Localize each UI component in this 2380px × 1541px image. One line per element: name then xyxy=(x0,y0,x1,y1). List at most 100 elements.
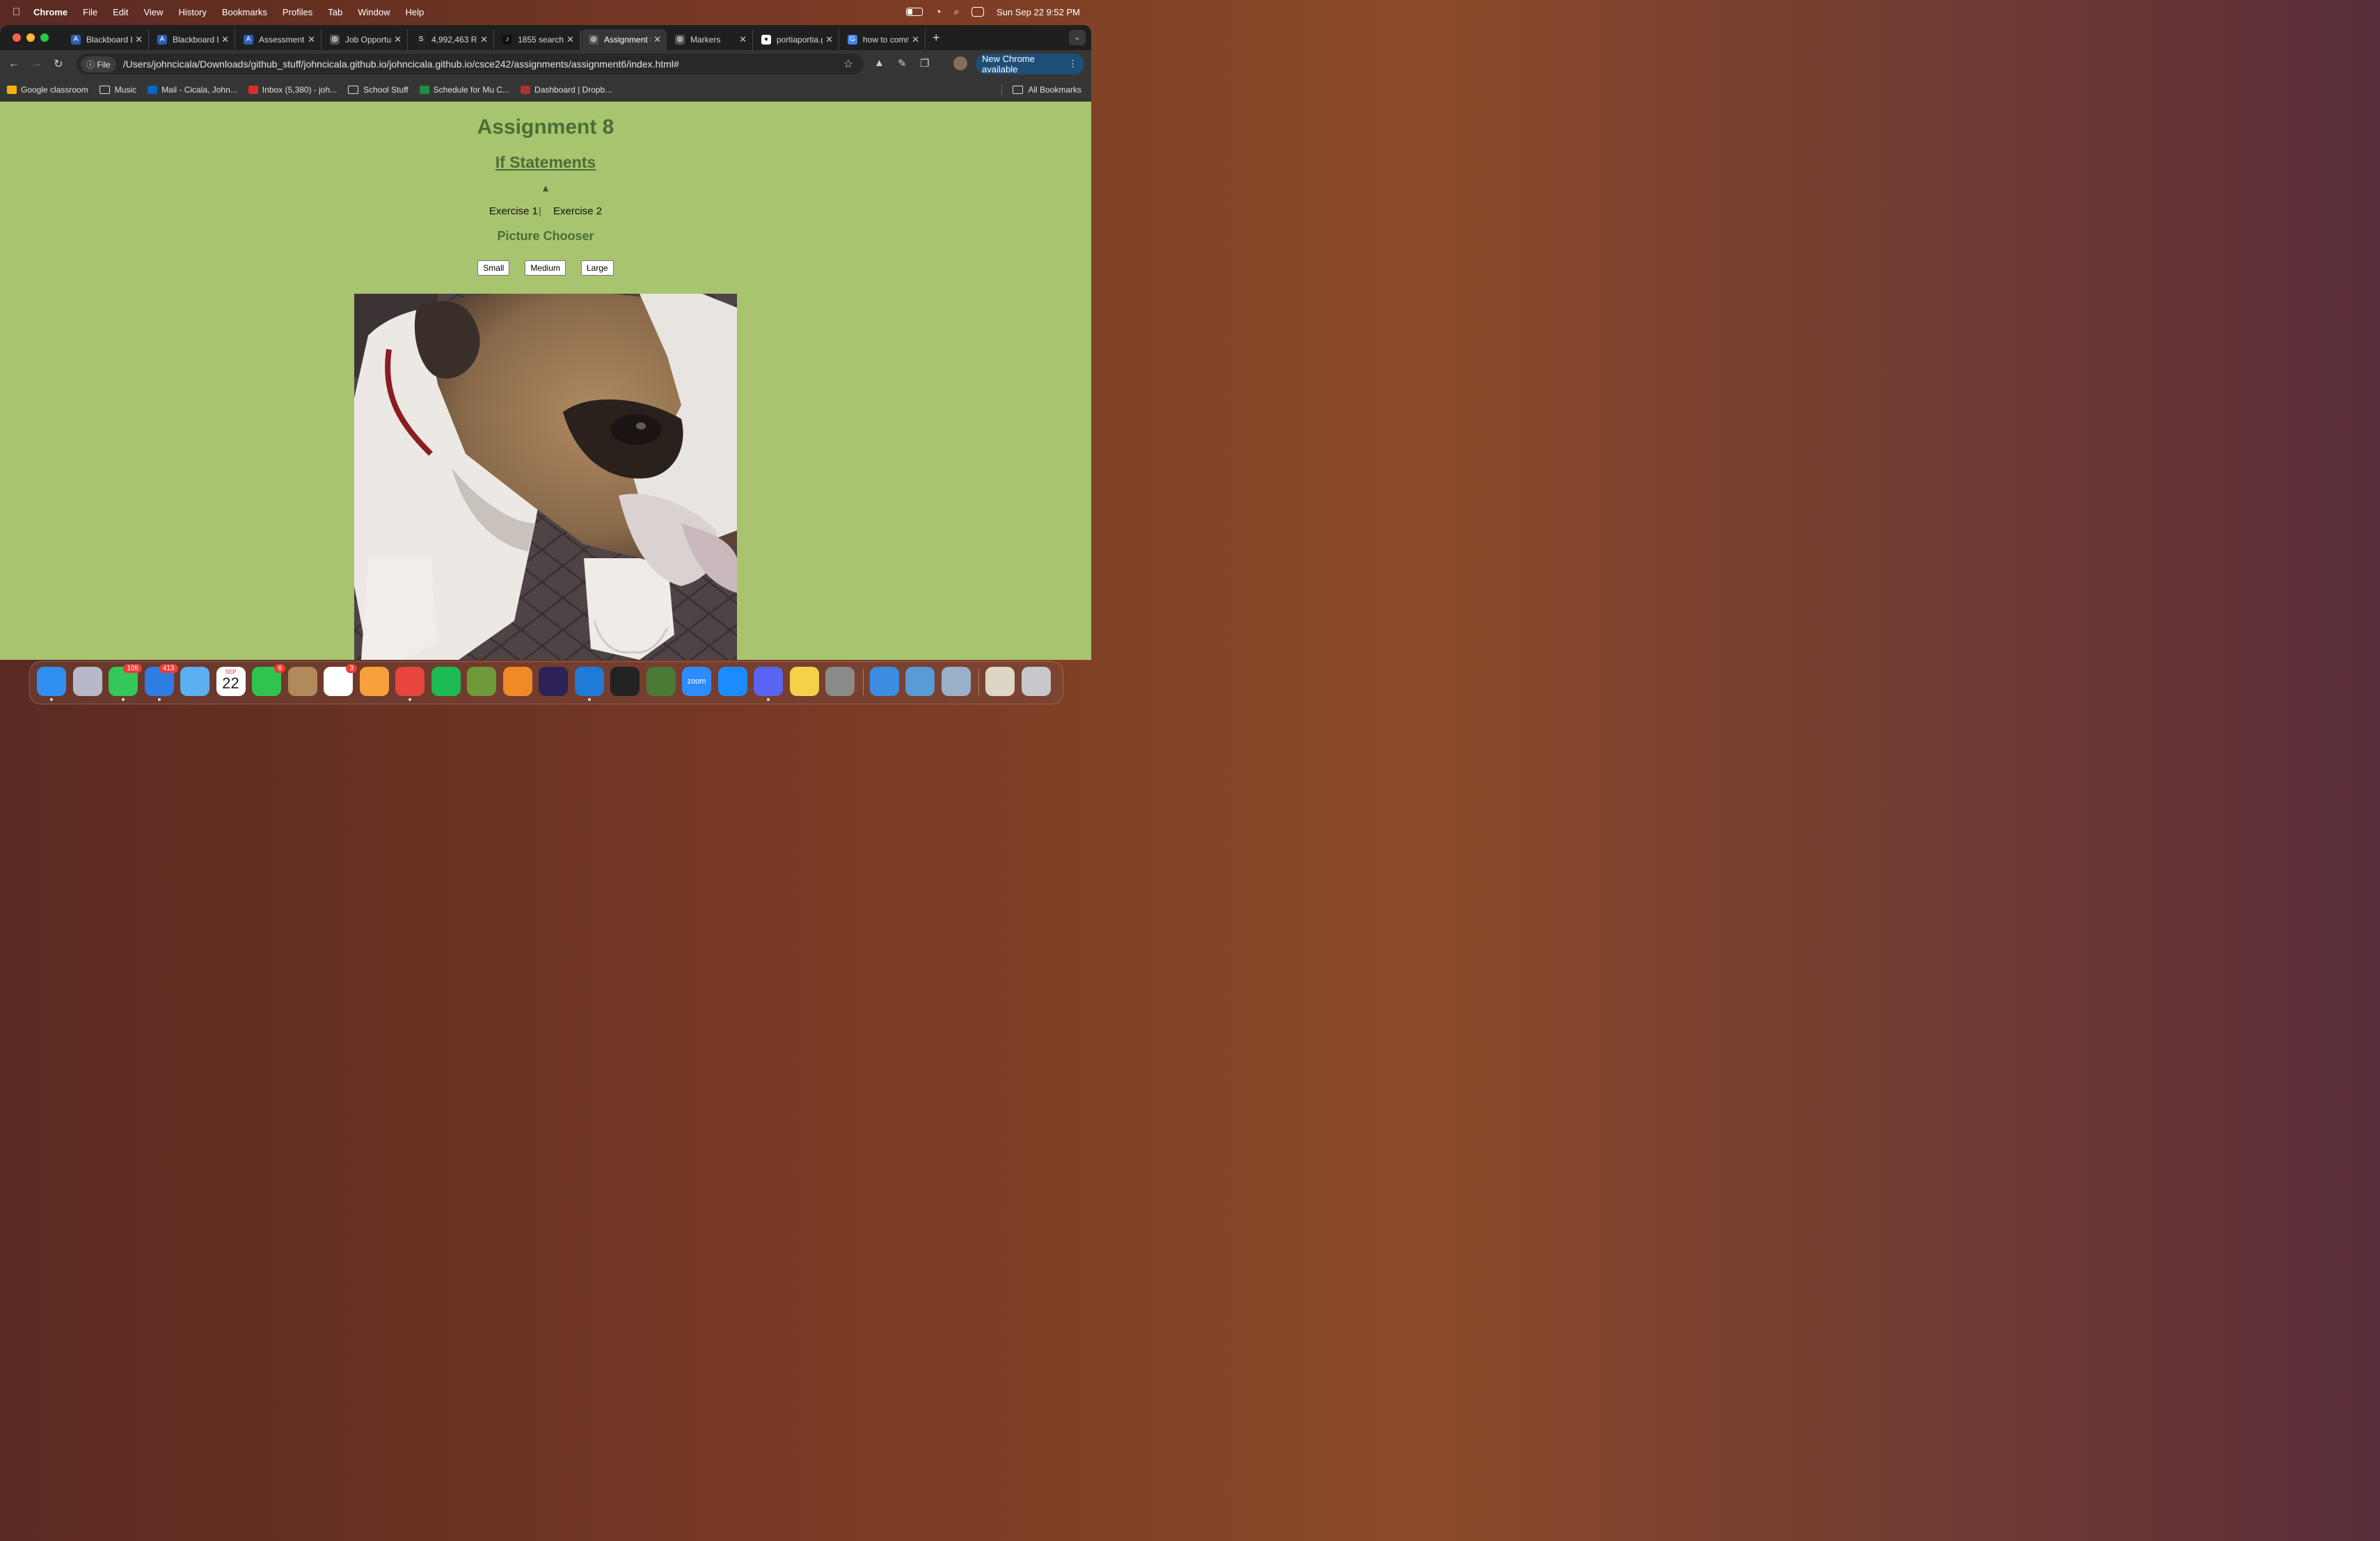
spotlight-search-icon[interactable]: ⌕ xyxy=(954,6,959,17)
menu-file[interactable]: File xyxy=(83,7,97,17)
wifi-icon[interactable]: ◔ xyxy=(935,6,942,18)
new-chrome-available-button[interactable]: New Chrome available ⋮ xyxy=(976,54,1084,74)
profile-avatar[interactable] xyxy=(953,56,967,70)
tab-7[interactable]: ◍ Markers ✕ xyxy=(667,29,753,50)
trash-icon[interactable] xyxy=(1021,667,1051,696)
site-info-chip[interactable]: ⓘ File xyxy=(81,56,116,72)
chrome-icon[interactable] xyxy=(395,667,425,701)
google-drive-icon[interactable]: ▲ xyxy=(874,57,884,69)
tab-search-button[interactable]: ⌄ xyxy=(1069,30,1086,45)
app-store-icon[interactable] xyxy=(717,667,747,696)
game-icon[interactable] xyxy=(467,667,496,696)
menu-bookmarks[interactable]: Bookmarks xyxy=(222,7,267,17)
bookmark-star-icon[interactable]: ☆ xyxy=(843,57,853,71)
bookmark-0[interactable]: Google classroom xyxy=(7,85,88,95)
close-tab-icon[interactable]: ✕ xyxy=(739,34,747,45)
launchpad-icon[interactable] xyxy=(72,667,102,696)
close-window-button[interactable] xyxy=(13,33,21,42)
downloads-icon[interactable] xyxy=(985,667,1015,696)
zoom-window-button[interactable] xyxy=(40,33,49,42)
close-tab-icon[interactable]: ✕ xyxy=(135,34,143,45)
bookmark-5[interactable]: Schedule for Mu C... xyxy=(419,85,509,95)
tab-6[interactable]: ◍ Assignment 8 ✕ xyxy=(580,29,667,50)
finder-icon[interactable] xyxy=(37,667,66,701)
page-subtitle[interactable]: If Statements xyxy=(0,153,1091,172)
reminders-icon[interactable]: 3 xyxy=(324,664,357,696)
apple-menu-icon[interactable]:  xyxy=(13,6,24,18)
system-settings-icon[interactable] xyxy=(825,667,855,696)
close-tab-icon[interactable]: ✕ xyxy=(394,34,402,45)
menu-help[interactable]: Help xyxy=(406,7,425,17)
eyedropper-extension-icon[interactable]: ✎ xyxy=(898,57,907,70)
exercise-2-link[interactable]: Exercise 2 xyxy=(553,205,602,217)
bookmark-6[interactable]: Dashboard | Dropb... xyxy=(521,85,612,95)
weather-icon[interactable] xyxy=(869,667,899,696)
bookmark-2[interactable]: Mail - Cicala, John... xyxy=(148,85,237,95)
minimize-window-button[interactable] xyxy=(26,33,35,42)
running-indicator xyxy=(408,698,411,701)
terminal-icon[interactable] xyxy=(610,667,640,696)
bookmark-label: Inbox (5,380) - joh... xyxy=(262,85,338,95)
notes-icon[interactable] xyxy=(789,667,819,696)
all-bookmarks-button[interactable]: All Bookmarks xyxy=(1001,78,1081,102)
tab-3[interactable]: ◍ Job Opportun ✕ xyxy=(322,29,408,50)
close-tab-icon[interactable]: ✕ xyxy=(480,34,488,45)
close-tab-icon[interactable]: ✕ xyxy=(912,34,919,45)
running-indicator xyxy=(157,698,161,701)
preview-icon[interactable] xyxy=(941,667,971,696)
photos-icon[interactable] xyxy=(359,667,389,696)
exercise-1-link[interactable]: Exercise 1 xyxy=(489,205,538,217)
menu-profiles[interactable]: Profiles xyxy=(283,7,312,17)
large-button[interactable]: Large xyxy=(581,260,614,276)
tab-1[interactable]: A Blackboard Le✕ xyxy=(149,29,235,50)
url-text[interactable]: /Users/johncicala/Downloads/github_stuff… xyxy=(123,58,679,70)
tab-4[interactable]: S 4,992,463 Re ✕ xyxy=(408,29,494,50)
maps-icon[interactable] xyxy=(180,667,209,696)
tab-5[interactable]: ♪ 1855 search r ✕ xyxy=(494,29,580,50)
close-tab-icon[interactable]: ✕ xyxy=(308,34,315,45)
network-icon[interactable] xyxy=(905,667,935,696)
menubar-clock[interactable]: Sun Sep 22 9:52 PM xyxy=(997,7,1080,17)
menu-app-name[interactable]: Chrome xyxy=(33,7,68,17)
bookmark-1[interactable]: Music xyxy=(99,85,136,95)
discord-icon[interactable] xyxy=(754,667,783,701)
kebab-menu-icon[interactable]: ⋮ xyxy=(1068,58,1077,70)
extensions-puzzle-icon[interactable]: ❐ xyxy=(920,57,929,70)
small-button[interactable]: Small xyxy=(477,260,510,276)
reload-icon[interactable]: ↻ xyxy=(47,57,70,71)
facetime-icon[interactable]: 6 xyxy=(252,664,285,696)
menu-view[interactable]: View xyxy=(143,7,163,17)
tab-9[interactable]: Ghow to comm ✕ xyxy=(839,29,926,50)
close-tab-icon[interactable]: ✕ xyxy=(566,34,574,45)
pages-icon[interactable] xyxy=(502,667,532,696)
back-arrow-icon[interactable]: ← xyxy=(3,58,25,70)
mail-icon[interactable]: 413 xyxy=(144,664,178,701)
contacts-icon[interactable] xyxy=(287,667,317,696)
bookmark-4[interactable]: School Stuff xyxy=(348,85,408,95)
close-tab-icon[interactable]: ✕ xyxy=(825,34,833,45)
battery-icon[interactable] xyxy=(905,8,923,16)
menu-history[interactable]: History xyxy=(178,7,206,17)
vscode-icon[interactable] xyxy=(574,667,604,701)
new-tab-button[interactable]: + xyxy=(933,31,940,45)
tab-8[interactable]: ● portiaportia.g ✕ xyxy=(753,29,839,50)
messages-icon[interactable]: 105 xyxy=(109,664,142,701)
toggle-arrow-icon[interactable]: ▲ xyxy=(0,182,1091,193)
spotify-icon[interactable] xyxy=(431,667,461,696)
medium-button[interactable]: Medium xyxy=(525,260,566,276)
close-tab-icon[interactable]: ✕ xyxy=(653,34,661,45)
menu-window[interactable]: Window xyxy=(358,7,390,17)
bookmark-3[interactable]: Inbox (5,380) - joh... xyxy=(248,85,337,95)
forward-arrow-icon[interactable]: → xyxy=(25,58,47,70)
close-tab-icon[interactable]: ✕ xyxy=(221,34,229,45)
address-bar[interactable]: ⓘ File /Users/johncicala/Downloads/githu… xyxy=(77,54,863,74)
eclipse-icon[interactable] xyxy=(539,667,568,696)
calendar-icon[interactable]: SEP 22 xyxy=(216,667,246,696)
menu-edit[interactable]: Edit xyxy=(113,7,128,17)
chess-icon[interactable] xyxy=(646,667,676,696)
zoom-icon[interactable]: zoom xyxy=(682,667,711,696)
control-center-icon[interactable] xyxy=(971,7,985,17)
tab-0[interactable]: A Blackboard Le✕ xyxy=(63,29,149,50)
tab-2[interactable]: A Assessment D✕ xyxy=(235,29,322,50)
menu-tab[interactable]: Tab xyxy=(328,7,342,17)
